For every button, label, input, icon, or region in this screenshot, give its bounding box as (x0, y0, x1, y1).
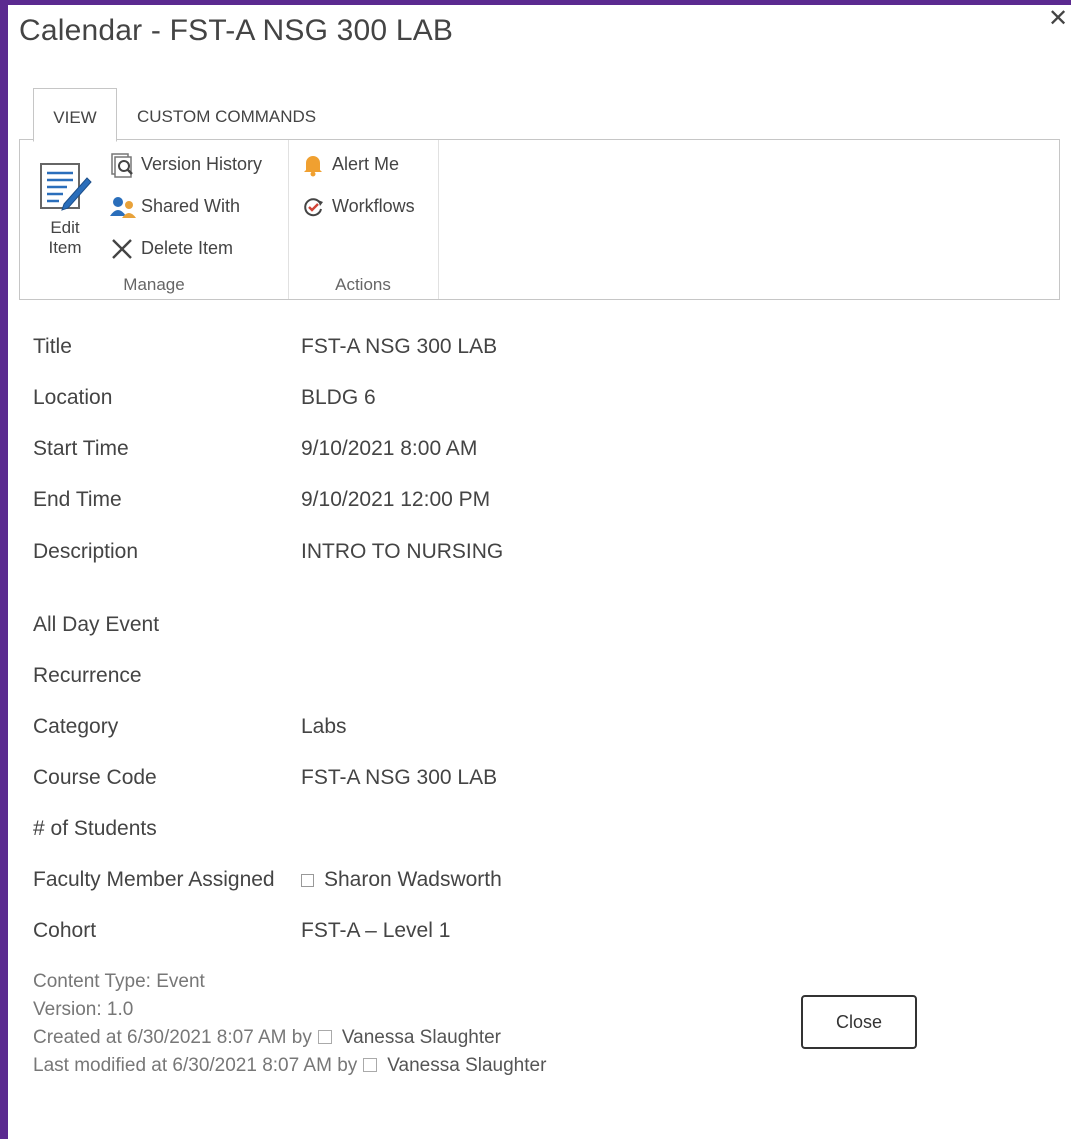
window-frame-top (0, 0, 1071, 5)
field-value: INTRO TO NURSING (301, 540, 504, 563)
field-row-cohort: Cohort FST-A – Level 1 (33, 916, 933, 946)
field-value: BLDG 6 (301, 386, 376, 409)
version-history-label: Version History (141, 154, 263, 174)
field-row-location: Location BLDG 6 (33, 383, 933, 413)
close-dialog-icon[interactable]: ✕ (1047, 7, 1069, 31)
version-history-icon (109, 152, 135, 178)
meta-created: Created at 6/30/2021 8:07 AM by Vanessa S… (33, 1024, 501, 1052)
bell-icon (300, 152, 326, 178)
field-row-all-day-event: All Day Event (33, 610, 933, 640)
presence-indicator-icon (301, 873, 314, 887)
version-history-button[interactable]: Version History (109, 149, 262, 179)
field-row-description: Description INTRO TO NURSING (33, 537, 933, 567)
field-label: Cohort (33, 919, 97, 942)
field-label: # of Students (33, 817, 157, 840)
field-value: FST-A NSG 300 LAB (301, 335, 498, 358)
delete-x-icon (109, 236, 135, 262)
presence-indicator-icon (317, 1030, 332, 1044)
delete-item-label: Delete Item (141, 238, 234, 258)
presence-indicator-icon (363, 1058, 378, 1072)
field-label: Course Code (33, 766, 157, 789)
field-label: Title (33, 335, 72, 358)
field-label: All Day Event (33, 613, 160, 636)
field-value: 9/10/2021 12:00 PM (301, 488, 491, 511)
tab-custom-commands[interactable]: CUSTOM COMMANDS (137, 88, 316, 140)
faculty-member-person[interactable]: Sharon Wadsworth (301, 865, 502, 895)
shared-with-icon (109, 194, 136, 220)
faculty-member-name[interactable]: Sharon Wadsworth (324, 865, 502, 895)
field-row-start-time: Start Time 9/10/2021 8:00 AM (33, 434, 933, 464)
shared-with-label: Shared With (141, 196, 241, 216)
field-row-category: Category Labs (33, 712, 933, 742)
workflows-button[interactable]: Workflows (300, 191, 415, 221)
field-label: Faculty Member Assigned (33, 868, 275, 891)
edit-item-label-line2: Item (48, 238, 82, 257)
workflows-icon (300, 194, 326, 220)
field-label: Location (33, 386, 113, 409)
edit-item-button[interactable]: Edit Item (35, 160, 95, 257)
field-label: Description (33, 540, 139, 563)
window-frame-left (0, 0, 8, 1139)
field-value: Labs (301, 715, 347, 738)
field-value: FST-A – Level 1 (301, 919, 451, 942)
meta-version: Version: 1.0 (33, 999, 134, 1020)
alert-me-button[interactable]: Alert Me (300, 149, 399, 179)
meta-created-by[interactable]: Vanessa Slaughter (342, 1027, 501, 1048)
close-button[interactable]: Close (801, 995, 917, 1049)
ribbon: Edit Item Version History Shared With De… (19, 139, 1060, 300)
dialog-title: Calendar - FST-A NSG 300 LAB (19, 14, 454, 47)
ribbon-group-manage: Edit Item Version History Shared With De… (20, 140, 289, 299)
field-label: Recurrence (33, 664, 142, 687)
tab-view[interactable]: VIEW (33, 88, 117, 142)
meta-created-prefix: Created at 6/30/2021 8:07 AM by (33, 1027, 312, 1048)
meta-modified-by[interactable]: Vanessa Slaughter (387, 1055, 546, 1076)
field-value: FST-A NSG 300 LAB (301, 766, 498, 789)
alert-me-label: Alert Me (332, 154, 400, 174)
meta-modified: Last modified at 6/30/2021 8:07 AM by Van… (33, 1052, 546, 1080)
workflows-label: Workflows (332, 196, 415, 216)
ribbon-group-actions: Alert Me Workflows Actions (288, 140, 439, 299)
field-row-course-code: Course Code FST-A NSG 300 LAB (33, 763, 933, 793)
shared-with-button[interactable]: Shared With (109, 191, 240, 221)
field-value: 9/10/2021 8:00 AM (301, 437, 478, 460)
group-label-manage: Manage (123, 275, 185, 294)
edit-item-label-line1: Edit (50, 218, 80, 237)
field-label: End Time (33, 488, 122, 511)
field-label: Category (33, 715, 119, 738)
group-label-actions: Actions (335, 275, 391, 294)
field-row-num-students: # of Students (33, 814, 933, 844)
field-row-title: Title FST-A NSG 300 LAB (33, 332, 933, 362)
field-label: Start Time (33, 437, 129, 460)
field-row-end-time: End Time 9/10/2021 12:00 PM (33, 485, 933, 515)
field-row-faculty-member: Faculty Member Assigned Sharon Wadsworth (33, 865, 933, 895)
meta-content-type: Content Type: Event (33, 971, 205, 992)
delete-item-button[interactable]: Delete Item (109, 233, 233, 263)
field-row-recurrence: Recurrence (33, 661, 933, 691)
meta-modified-prefix: Last modified at 6/30/2021 8:07 AM by (33, 1055, 358, 1076)
edit-item-icon (37, 163, 93, 216)
